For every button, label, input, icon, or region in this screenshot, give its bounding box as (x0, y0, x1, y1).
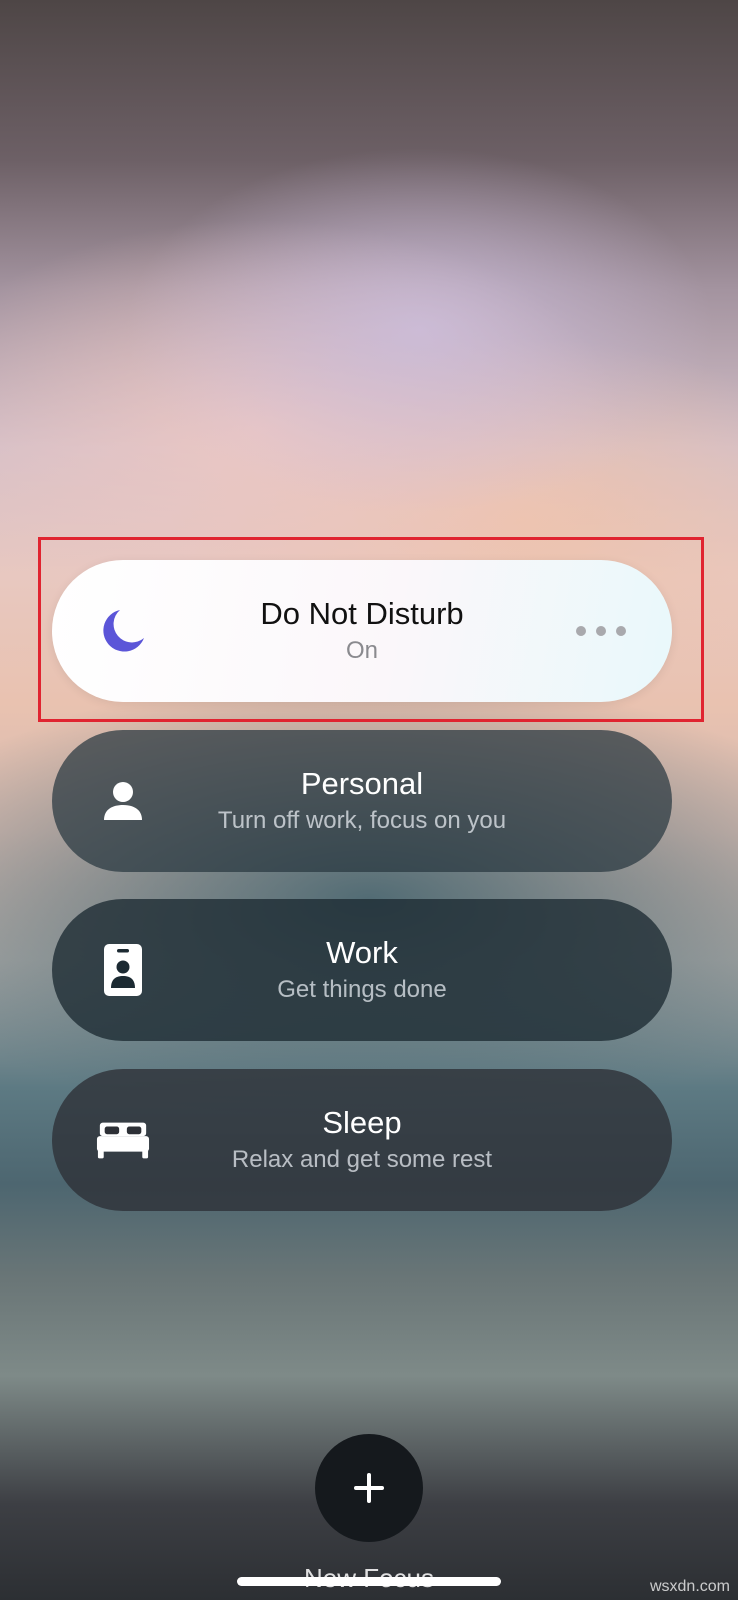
focus-subtitle: Turn off work, focus on you (217, 807, 507, 834)
focus-status: On (345, 637, 378, 664)
focus-card-text: Work Get things done (172, 899, 552, 1041)
person-icon (96, 774, 150, 828)
bed-icon (96, 1113, 150, 1167)
focus-subtitle: Relax and get some rest (231, 1146, 493, 1173)
focus-card-personal[interactable]: Personal Turn off work, focus on you (52, 730, 672, 872)
focus-title: Do Not Disturb (260, 596, 464, 631)
ellipsis-dot (576, 626, 586, 636)
focus-card-do-not-disturb[interactable]: Do Not Disturb On (52, 560, 672, 702)
plus-icon (354, 1473, 384, 1503)
focus-subtitle: Get things done (277, 976, 447, 1003)
moon-icon (96, 604, 150, 658)
new-focus-button[interactable] (315, 1434, 423, 1542)
focus-card-text: Sleep Relax and get some rest (172, 1069, 552, 1211)
focus-title: Work (326, 935, 398, 970)
more-options-button[interactable] (576, 616, 626, 646)
focus-card-text: Do Not Disturb On (172, 560, 552, 702)
id-badge-icon (96, 943, 150, 997)
ellipsis-dot (616, 626, 626, 636)
focus-card-text: Personal Turn off work, focus on you (172, 730, 552, 872)
watermark: wsxdn.com (649, 1578, 730, 1595)
focus-card-sleep[interactable]: Sleep Relax and get some rest (52, 1069, 672, 1211)
focus-card-work[interactable]: Work Get things done (52, 899, 672, 1041)
focus-title: Personal (300, 766, 424, 801)
focus-title: Sleep (322, 1105, 402, 1140)
home-indicator[interactable] (237, 1577, 501, 1586)
ellipsis-dot (596, 626, 606, 636)
